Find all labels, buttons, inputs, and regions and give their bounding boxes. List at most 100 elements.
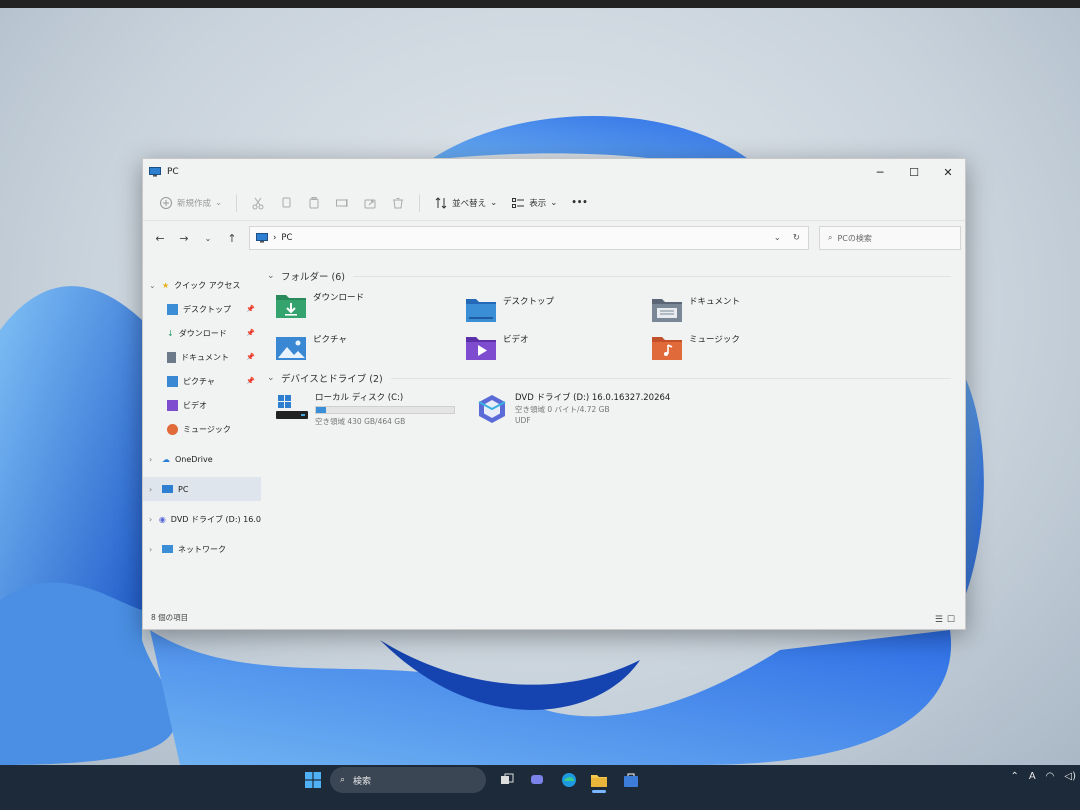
drive-filesystem: UDF <box>515 416 531 425</box>
chat-icon[interactable] <box>524 767 550 793</box>
sort-icon <box>435 196 447 209</box>
address-row: ← → ⌄ ↑ › PC ⌄ ↻ ⌕ PCの検索 <box>143 221 965 255</box>
sort-button[interactable]: 並べ替え ⌄ <box>428 189 503 217</box>
chevron-right-icon[interactable]: › <box>149 545 157 554</box>
share-icon <box>364 199 376 208</box>
drive-usage-bar <box>315 406 455 414</box>
rename-button[interactable] <box>329 189 355 217</box>
new-button[interactable]: 新規作成 ⌄ <box>153 189 228 217</box>
folder-grid: ダウンロード デスクトップ ドキュメント ピクチャ ビデオ ミュージック <box>267 289 965 367</box>
chevron-down-icon[interactable]: ⌄ <box>149 281 157 290</box>
sidebar-item-videos[interactable]: ビデオ <box>143 393 261 417</box>
edge-browser-icon[interactable] <box>556 767 582 793</box>
close-button[interactable]: ✕ <box>931 159 965 185</box>
sidebar-item-documents[interactable]: ドキュメント 📌 <box>143 345 261 369</box>
folder-item-music[interactable]: ミュージック <box>651 331 841 367</box>
taskbar: ⌕ 検索 ⌃ A ◠ ◁) <box>0 765 1080 810</box>
recent-dropdown[interactable]: ⌄ <box>197 226 219 250</box>
maximize-button[interactable]: ☐ <box>897 159 931 185</box>
pin-icon: 📌 <box>246 305 255 313</box>
search-placeholder: PCの検索 <box>837 233 872 243</box>
group-title: フォルダー (6) <box>281 272 345 283</box>
paste-button[interactable] <box>301 189 327 217</box>
folder-item-documents[interactable]: ドキュメント <box>651 289 841 325</box>
ime-indicator[interactable]: A <box>1029 771 1036 782</box>
address-bar[interactable]: › PC ⌄ ↻ <box>249 226 809 250</box>
speaker-icon[interactable]: ◁) <box>1064 771 1076 782</box>
task-view-icon[interactable] <box>494 767 520 793</box>
pictures-folder-icon <box>276 337 306 360</box>
cut-button[interactable] <box>245 189 271 217</box>
sidebar-item-music[interactable]: ミュージック <box>143 417 261 441</box>
office-dvd-icon <box>478 395 506 423</box>
title-bar[interactable]: PC ─ ☐ ✕ <box>143 159 965 185</box>
view-button[interactable]: 表示 ⌄ <box>505 189 563 217</box>
download-icon: ↓ <box>167 328 174 338</box>
refresh-icon[interactable]: ↻ <box>793 233 800 243</box>
drive-item-d[interactable]: DVD ドライブ (D:) 16.0.16327.20264 空き領域 0 バイ… <box>475 393 670 427</box>
sort-label: 並べ替え <box>452 198 487 209</box>
folder-item-desktop[interactable]: デスクトップ <box>465 289 651 325</box>
drive-free-space: 空き領域 0 バイト/4.72 GB <box>515 405 610 414</box>
screen-bezel <box>0 0 1080 8</box>
sidebar-item-desktop[interactable]: デスクトップ 📌 <box>143 297 261 321</box>
sidebar-item-dvd[interactable]: › ◉ DVD ドライブ (D:) 16.0 <box>143 507 261 531</box>
taskbar-search-label: 検索 <box>353 776 372 787</box>
folder-item-downloads[interactable]: ダウンロード <box>275 289 465 325</box>
drives-group-header[interactable]: ⌄ デバイスとドライブ (2) <box>267 367 965 389</box>
sidebar-item-pictures[interactable]: ピクチャ 📌 <box>143 369 261 393</box>
breadcrumb-pc[interactable]: PC <box>281 233 292 243</box>
view-label: 表示 <box>529 198 547 209</box>
sidebar-item-label: ドキュメント <box>181 352 229 362</box>
store-icon[interactable] <box>618 767 644 793</box>
status-item-count: 8 個の項目 <box>151 613 189 622</box>
chevron-down-icon[interactable]: ⌄ <box>267 373 281 383</box>
dvd-icon: ◉ <box>158 514 166 524</box>
folder-label: ドキュメント <box>689 297 741 307</box>
music-icon <box>167 423 178 435</box>
chevron-down-icon[interactable]: ⌄ <box>267 271 281 281</box>
sidebar-item-pc[interactable]: › PC <box>143 477 261 501</box>
sidebar-item-network[interactable]: › ネットワーク <box>143 537 261 561</box>
chevron-up-icon[interactable]: ⌃ <box>1010 771 1018 782</box>
sidebar-item-label: DVD ドライブ (D:) 16.0 <box>170 514 261 524</box>
document-icon <box>167 351 176 363</box>
sidebar-item-onedrive[interactable]: › ☁ OneDrive <box>143 447 261 471</box>
tiles-view-icon[interactable]: ☐ <box>947 615 955 625</box>
chevron-right-icon[interactable]: › <box>149 515 154 524</box>
copy-button[interactable] <box>273 189 299 217</box>
more-button[interactable]: ••• <box>565 189 593 217</box>
forward-button[interactable]: → <box>173 226 195 250</box>
minimize-button[interactable]: ─ <box>863 159 897 185</box>
back-button[interactable]: ← <box>149 226 171 250</box>
sidebar-item-downloads[interactable]: ↓ ダウンロード 📌 <box>143 321 261 345</box>
wifi-icon[interactable]: ◠ <box>1046 771 1055 782</box>
view-icon <box>512 197 525 208</box>
start-button[interactable] <box>300 767 326 793</box>
taskbar-search[interactable]: ⌕ 検索 <box>330 767 486 793</box>
share-button[interactable] <box>357 189 383 217</box>
file-explorer-window[interactable]: PC ─ ☐ ✕ 新規作成 ⌄ 並べ替え ⌄ 表示 ⌄ ••• ← → ⌄ ↑ … <box>142 158 966 630</box>
details-view-icon[interactable]: ☰ <box>935 615 943 625</box>
folder-item-pictures[interactable]: ピクチャ <box>275 331 465 367</box>
sidebar-item-quick-access[interactable]: ⌄ ★ クイック アクセス <box>143 273 261 297</box>
pc-icon <box>162 485 173 493</box>
up-button[interactable]: ↑ <box>221 226 243 250</box>
folder-label: ダウンロード <box>313 293 365 303</box>
star-icon: ★ <box>162 280 170 290</box>
chevron-right-icon[interactable]: › <box>149 455 157 464</box>
folder-item-videos[interactable]: ビデオ <box>465 331 651 367</box>
drive-free-space: 空き領域 430 GB/464 GB <box>315 417 406 426</box>
desktop-folder-icon <box>466 299 496 322</box>
picture-icon <box>167 375 178 387</box>
chevron-right-icon[interactable]: › <box>149 485 157 494</box>
search-input[interactable]: ⌕ PCの検索 <box>819 226 961 250</box>
delete-button[interactable] <box>385 189 411 217</box>
new-label: 新規作成 <box>177 198 212 209</box>
folders-group-header[interactable]: ⌄ フォルダー (6) <box>267 265 965 287</box>
sidebar-item-label: ビデオ <box>183 400 207 410</box>
sidebar-item-label: デスクトップ <box>183 304 231 314</box>
address-dropdown-icon[interactable]: ⌄ <box>774 233 781 243</box>
breadcrumb-separator: › <box>273 233 277 243</box>
drive-item-c[interactable]: ローカル ディスク (C:) 空き領域 430 GB/464 GB <box>275 393 461 427</box>
